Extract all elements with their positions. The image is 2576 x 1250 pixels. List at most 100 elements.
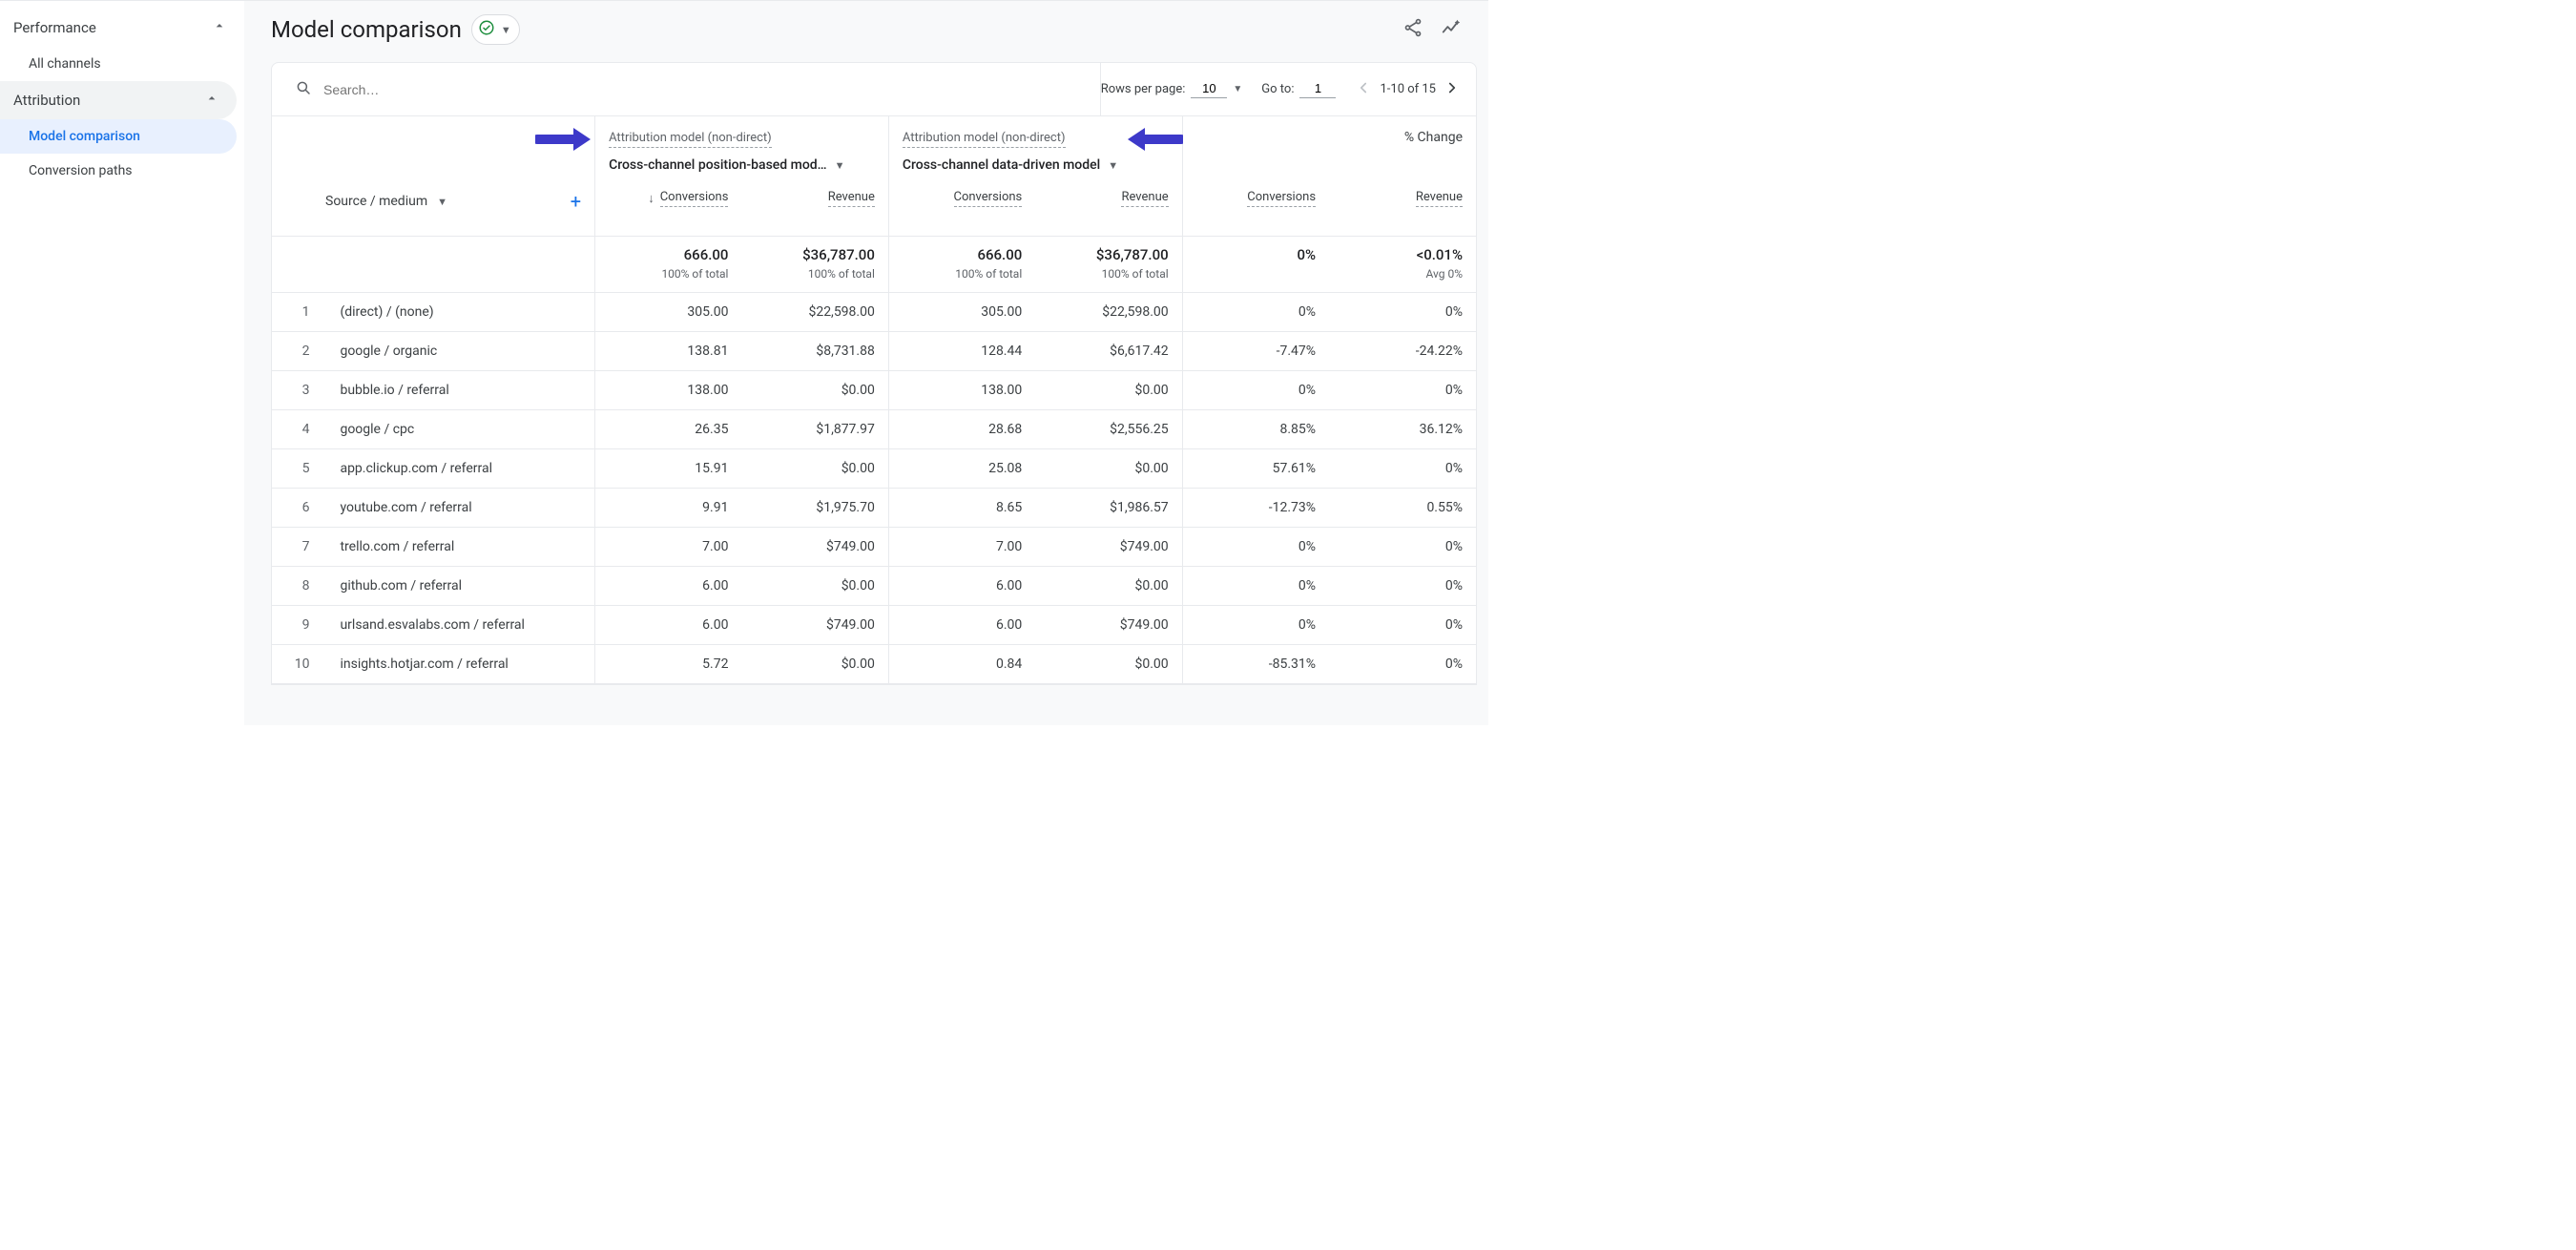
table-row[interactable]: 7trello.com / referral7.00$749.007.00$74… [272,528,1476,567]
row-b-conv: 128.44 [888,332,1035,371]
nav-group-label: Attribution [13,92,80,109]
page-title: Model comparison [271,16,462,43]
table-row[interactable]: 5app.clickup.com / referral15.91 $0.0025.… [272,449,1476,489]
share-icon[interactable] [1402,17,1423,42]
col-b-revenue[interactable]: Revenue [1049,190,1168,207]
table-row[interactable]: 8github.com / referral6.00$0.006.00$0.00… [272,567,1476,606]
insights-icon[interactable] [1441,17,1462,42]
row-a-rev: $749.00 [741,606,888,645]
row-b-conv: 28.68 [888,410,1035,449]
next-page-button[interactable] [1444,79,1461,100]
model-b-label: Attribution model (non-direct) [903,131,1066,148]
change-header: % Change [1182,116,1476,177]
col-chg-conversions[interactable]: Conversions [1196,190,1316,207]
row-dimension: insights.hotjar.com / referral [326,645,594,684]
row-chg-conv: 0% [1182,567,1329,606]
model-b-selector[interactable]: Cross-channel data-driven model ▼ [903,157,1169,173]
table-row[interactable]: 9urlsand.esvalabs.com / referral6.00$749… [272,606,1476,645]
row-a-conv: 5.72 [595,645,742,684]
row-a-conv: 305.00 [595,293,742,332]
row-b-rev: $0.00 [1035,645,1182,684]
row-a-conv: 6.00 [595,567,742,606]
col-b-conversions[interactable]: Conversions [903,190,1022,207]
row-b-rev: $0.00 [1035,449,1182,489]
caret-down-icon: ▼ [835,159,845,172]
rows-per-page-input[interactable] [1191,81,1227,98]
row-chg-conv: 8.85% [1182,410,1329,449]
row-index: 7 [272,528,326,567]
caret-down-icon: ▼ [1108,159,1118,172]
model-a-label: Attribution model (non-direct) [609,131,772,148]
row-chg-conv: 0% [1182,606,1329,645]
row-dimension: urlsand.esvalabs.com / referral [326,606,594,645]
row-b-rev: $0.00 [1035,567,1182,606]
row-chg-rev: -24.22% [1329,332,1476,371]
table-row[interactable]: 4google / cpc26.35$1,877.9728.68$2,556.2… [272,410,1476,449]
row-a-rev: $8,731.88 [741,332,888,371]
row-b-rev: $2,556.25 [1035,410,1182,449]
row-b-rev: $749.00 [1035,528,1182,567]
row-b-rev: $6,617.42 [1035,332,1182,371]
row-b-conv: 0.84 [888,645,1035,684]
sidebar-item-all-channels[interactable]: All channels [0,47,237,81]
col-chg-revenue[interactable]: Revenue [1342,190,1463,207]
main-content: Model comparison ▼ [244,0,1488,725]
go-to-page[interactable]: Go to: [1261,81,1336,98]
row-index: 8 [272,567,326,606]
col-a-revenue[interactable]: Revenue [755,190,874,207]
row-chg-rev: 0.55% [1329,489,1476,528]
table-row[interactable]: 6youtube.com / referral9.91$1,975.708.65… [272,489,1476,528]
nav-group-performance[interactable]: Performance [0,9,244,47]
row-a-rev: $0.00 [741,567,888,606]
status-pill[interactable]: ▼ [471,14,520,45]
row-chg-conv: 0% [1182,371,1329,410]
chevron-up-icon [212,18,227,37]
row-b-conv: 6.00 [888,567,1035,606]
row-chg-conv: -7.47% [1182,332,1329,371]
row-a-conv: 26.35 [595,410,742,449]
nav-group-attribution[interactable]: Attribution [0,81,237,119]
sidebar-item-model-comparison[interactable]: Model comparison [0,119,237,154]
goto-input[interactable] [1299,81,1336,98]
row-a-rev: $22,598.00 [741,293,888,332]
add-dimension-button[interactable]: + [571,190,581,213]
totals-row: 666.00100% of total $36,787.00100% of to… [272,237,1476,293]
table-row[interactable]: 10insights.hotjar.com / referral5.72$0.0… [272,645,1476,684]
row-dimension: bubble.io / referral [326,371,594,410]
rows-per-page[interactable]: Rows per page: ▼ [1101,81,1243,98]
row-index: 1 [272,293,326,332]
search-icon [295,79,312,100]
row-b-rev: $749.00 [1035,606,1182,645]
row-chg-rev: 0% [1329,371,1476,410]
table-row[interactable]: 3bubble.io / referral138.00$0.00138.00$0… [272,371,1476,410]
row-dimension: youtube.com / referral [326,489,594,528]
row-a-conv: 7.00 [595,528,742,567]
table-row[interactable]: 2google / organic138.81$8,731.88128.44$6… [272,332,1476,371]
row-dimension: google / cpc [326,410,594,449]
row-b-conv: 138.00 [888,371,1035,410]
row-dimension: trello.com / referral [326,528,594,567]
row-dimension: app.clickup.com / referral [326,449,594,489]
row-index: 3 [272,371,326,410]
row-b-conv: 8.65 [888,489,1035,528]
row-a-rev: $0.00 [741,645,888,684]
row-chg-conv: -12.73% [1182,489,1329,528]
row-index: 5 [272,449,326,489]
dimension-selector[interactable]: Source / medium ▼ [325,194,447,209]
comparison-table-card: Rows per page: ▼ Go to: 1-10 of 15 [271,62,1477,685]
prev-page-button[interactable] [1355,79,1372,100]
row-chg-rev: 0% [1329,567,1476,606]
model-a-selector[interactable]: Cross-channel position-based mod… ▼ [609,157,875,173]
table-row[interactable]: 1(direct) / (none)305.00$22,598.00305.00… [272,293,1476,332]
row-index: 9 [272,606,326,645]
row-b-rev: $0.00 [1035,371,1182,410]
search-input[interactable] [323,82,571,97]
row-index: 10 [272,645,326,684]
row-a-conv: 15.91 [595,449,742,489]
row-b-conv: 25.08 [888,449,1035,489]
sidebar: Performance All channels Attribution Mod… [0,0,244,725]
sidebar-item-conversion-paths[interactable]: Conversion paths [0,154,237,188]
row-chg-rev: 36.12% [1329,410,1476,449]
col-a-conversions[interactable]: ↓ Conversions [609,190,728,207]
row-chg-rev: 0% [1329,293,1476,332]
